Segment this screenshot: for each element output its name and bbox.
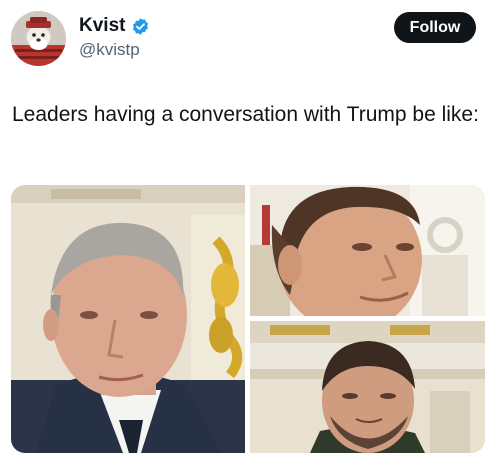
tweet-text: Leaders having a conversation with Trump… — [12, 103, 479, 126]
avatar-image — [11, 11, 66, 66]
media-image-bottom-right[interactable] — [250, 321, 485, 453]
display-name[interactable]: Kvist — [79, 15, 125, 37]
verified-badge-icon[interactable] — [131, 17, 150, 36]
follow-button[interactable]: Follow — [394, 12, 476, 43]
author-name-row[interactable]: Kvist — [79, 15, 150, 37]
avatar[interactable] — [11, 11, 66, 66]
author-handle[interactable]: @kvistp — [79, 40, 140, 60]
media-image-top-right[interactable] — [250, 185, 485, 316]
media-grid[interactable] — [11, 185, 485, 453]
media-image-left[interactable] — [11, 185, 245, 453]
